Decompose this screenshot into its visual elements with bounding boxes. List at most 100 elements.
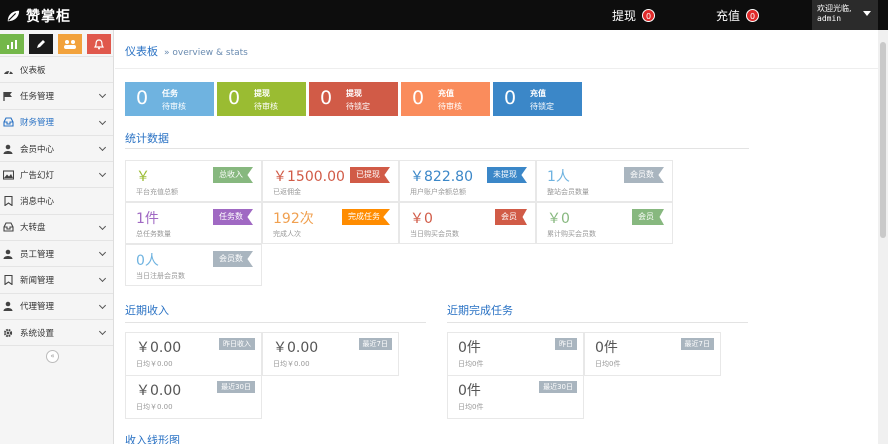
stat-value: ￥0 xyxy=(547,211,570,227)
caret-down-icon[interactable] xyxy=(863,11,871,16)
sidebar-item[interactable]: 财务管理 xyxy=(0,108,113,135)
stat-ribbon-tag: 总收入 xyxy=(213,167,253,183)
stat-description: 当日注册会员数 xyxy=(136,272,185,280)
stat-value: ￥ xyxy=(136,169,150,185)
group-shortcut-button[interactable] xyxy=(58,34,82,54)
user-icon xyxy=(2,248,14,260)
sidebar-item[interactable]: 广告幻灯 xyxy=(0,161,113,187)
main-content: 仪表板 » overview & stats 0 任务 待审核 0 提现 待审核 0 提现 待锁定… xyxy=(115,30,878,444)
sidebar-item-label: 仪表板 xyxy=(20,65,46,76)
sidebar-item[interactable]: 系统设置 xyxy=(0,318,113,345)
sidebar-item[interactable]: 新闻管理 xyxy=(0,266,113,292)
summary-tile[interactable]: 0 提现 待锁定 xyxy=(309,82,398,116)
stat-card: 192次 完成人次 完成任务 xyxy=(262,202,399,244)
period-tag: 昨日 xyxy=(555,338,577,350)
tasks-section-divider xyxy=(447,322,748,323)
stat-description: 平台充值总额 xyxy=(136,188,178,196)
period-average: 日均￥0.00 xyxy=(273,360,310,368)
sidebar-item-label: 会员中心 xyxy=(20,144,55,155)
stat-ribbon-tag: 未提现 xyxy=(487,167,527,183)
sidebar-item[interactable]: 仪表板 xyxy=(0,56,113,82)
tile-sublabel: 待审核 xyxy=(162,102,186,111)
period-value: ￥0.00 xyxy=(136,383,182,399)
income-section-divider xyxy=(125,322,426,323)
stat-value: 1人 xyxy=(547,169,570,185)
inbox-icon xyxy=(2,221,14,233)
tile-label: 充值 xyxy=(438,89,454,98)
period-summary-card: 0件 日均0件 昨日 xyxy=(447,332,584,376)
summary-tile[interactable]: 0 提现 待审核 xyxy=(217,82,306,116)
stats-grid: ￥ 平台充值总额 总收入 ￥1500.00 已返佣金 已提现 ￥822.80 用户账户余额总额… xyxy=(125,160,674,288)
period-average: 日均￥0.00 xyxy=(136,360,173,368)
period-value: ￥0.00 xyxy=(136,340,182,356)
chevron-down-icon xyxy=(98,170,107,178)
collapse-sidebar-button[interactable]: « xyxy=(46,350,59,364)
tile-sublabel: 待审核 xyxy=(438,102,462,111)
stat-card: ￥0 当日购买会员数 会员 xyxy=(399,202,536,244)
breadcrumb-divider xyxy=(115,68,878,69)
top-navbar: 赞掌柜 提现 0 充值 0 欢迎光临, admin xyxy=(0,0,888,30)
sidebar-item[interactable]: 大转盘 xyxy=(0,213,113,240)
signal-shortcut-button[interactable] xyxy=(0,34,24,54)
period-value: 0件 xyxy=(458,383,481,399)
sidebar-item[interactable]: 会员中心 xyxy=(0,134,113,161)
signal-icon xyxy=(7,39,17,49)
period-value: ￥0.00 xyxy=(273,340,319,356)
sidebar-item-label: 代理管理 xyxy=(20,302,55,313)
scrollbar-thumb[interactable] xyxy=(880,42,886,238)
recharge-link[interactable]: 充值 0 xyxy=(716,7,760,24)
chevron-down-icon xyxy=(98,222,107,230)
chevron-down-icon xyxy=(98,327,107,336)
stat-description: 已返佣金 xyxy=(273,188,301,196)
user-icon xyxy=(2,143,14,155)
inbox-icon xyxy=(2,116,14,128)
sidebar-item[interactable]: 任务管理 xyxy=(0,82,113,108)
pencil-icon xyxy=(37,40,45,48)
stat-ribbon-tag: 会员 xyxy=(632,209,664,225)
sidebar-item-label: 员工管理 xyxy=(20,249,55,260)
stat-ribbon-tag: 会员数 xyxy=(624,167,664,183)
page-subtitle: » overview & stats xyxy=(164,48,248,58)
summary-tile[interactable]: 0 任务待审核 xyxy=(125,82,214,116)
leaf-logo-icon xyxy=(7,10,20,22)
period-summary-card: ￥0.00 日均￥0.00 最近7日 xyxy=(262,332,399,376)
sidebar-item[interactable]: 消息中心 xyxy=(0,187,113,213)
sidebar-item-label: 系统设置 xyxy=(20,328,55,339)
period-tag: 昨日收入 xyxy=(219,338,255,350)
stat-ribbon-tag: 完成任务 xyxy=(342,209,390,225)
chart-section-title: 收入线形图 xyxy=(125,434,180,444)
chevron-down-icon xyxy=(98,249,107,257)
chevron-down-icon xyxy=(98,91,107,99)
user-menu[interactable]: 欢迎光临, admin xyxy=(812,0,878,30)
period-average: 日均0件 xyxy=(595,360,621,368)
flag-icon xyxy=(2,90,14,102)
period-average: 日均￥0.00 xyxy=(136,403,173,411)
stats-section-divider xyxy=(125,148,749,149)
tile-sublabel: 待锁定 xyxy=(530,102,554,111)
stat-value: ￥1500.00 xyxy=(273,169,345,185)
group-icon xyxy=(64,40,76,49)
page-scrollbar[interactable] xyxy=(878,30,888,444)
breadcrumb: 仪表板 » overview & stats xyxy=(125,43,248,59)
page-title: 仪表板 xyxy=(125,45,158,58)
withdraw-link[interactable]: 提现 0 xyxy=(612,7,656,24)
period-tag: 最近30日 xyxy=(217,381,255,393)
period-summary-card: 0件 日均0件 最近7日 xyxy=(584,332,721,376)
chevron-down-icon xyxy=(98,275,107,283)
sidebar-item[interactable]: 员工管理 xyxy=(0,240,113,266)
recharge-label: 充值 xyxy=(716,9,741,23)
tile-label: 任务 xyxy=(162,89,178,98)
sidebar-item[interactable]: 代理管理 xyxy=(0,292,113,319)
tile-sublabel: 待锁定 xyxy=(346,102,370,111)
tile-value: 0 xyxy=(320,87,333,109)
picture-icon xyxy=(2,169,14,181)
tile-label: 提现 xyxy=(254,89,270,98)
tile-value: 0 xyxy=(136,87,149,109)
bell-shortcut-button[interactable] xyxy=(87,34,111,54)
pencil-shortcut-button[interactable] xyxy=(29,34,53,54)
stat-ribbon-tag: 已提现 xyxy=(350,167,390,183)
summary-tile[interactable]: 0 充值 待锁定 xyxy=(493,82,582,116)
stat-card: 1人 整站会员数量 会员数 xyxy=(536,160,673,202)
brand[interactable]: 赞掌柜 xyxy=(6,6,71,26)
summary-tile[interactable]: 0 充值 待审核 xyxy=(401,82,490,116)
